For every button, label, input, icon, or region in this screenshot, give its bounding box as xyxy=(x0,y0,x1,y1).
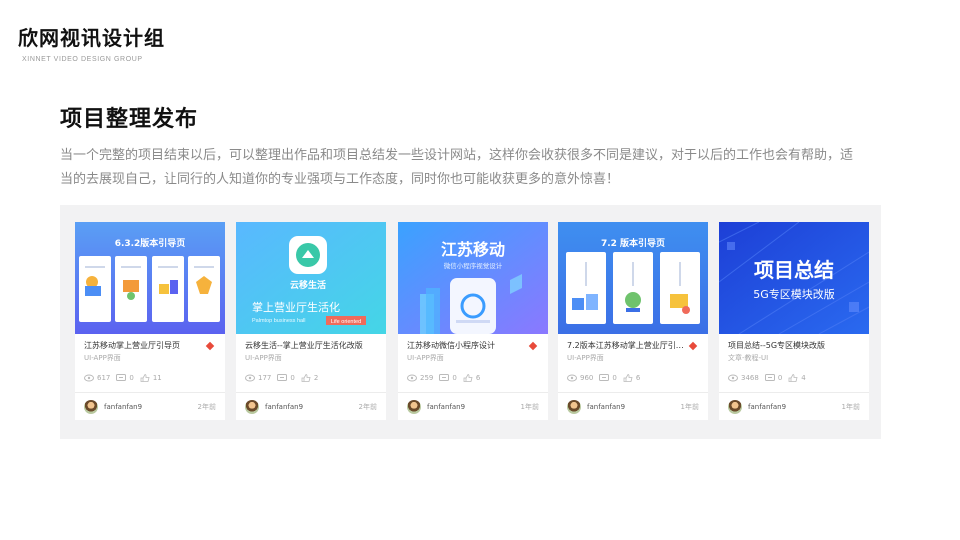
work-thumbnail[interactable]: 项目总结 5G专区模块改版 xyxy=(719,222,869,334)
card-divider xyxy=(236,392,386,393)
avatar[interactable] xyxy=(728,400,742,414)
work-stats: 617 0 11 xyxy=(84,373,168,383)
comment-count: 0 xyxy=(452,374,457,382)
card-divider xyxy=(558,392,708,393)
work-category[interactable]: 文章-教程-UI xyxy=(728,353,768,363)
hot-badge-icon xyxy=(528,341,538,351)
post-time: 1年前 xyxy=(520,403,539,411)
thumbnail-mini-program: 江苏移动 微信小程序视觉设计 xyxy=(398,222,548,334)
section-description: 当一个完整的项目结束以后，可以整理出作品和项目总结发一些设计网站，这样你会收获很… xyxy=(60,148,854,187)
thumb-text: 项目总结 xyxy=(754,258,834,282)
author-name[interactable]: fanfanfan9 xyxy=(748,403,786,412)
like-count: 11 xyxy=(152,374,162,382)
thumb-sub: 5G专区模块改版 xyxy=(753,287,835,301)
author-name[interactable]: fanfanfan9 xyxy=(587,403,625,412)
comment-count: 0 xyxy=(777,374,783,382)
thumbs-up-icon xyxy=(788,374,798,382)
avatar[interactable] xyxy=(407,400,421,414)
card-divider xyxy=(75,392,225,393)
hot-badge-icon xyxy=(205,341,215,351)
thumbs-up-icon xyxy=(301,374,311,382)
brand-subtitle: XINNET VIDEO DESIGN GROUP xyxy=(22,56,143,63)
like-count: 4 xyxy=(801,374,806,382)
comment-icon xyxy=(116,374,127,381)
comment-icon xyxy=(439,374,450,381)
card-divider xyxy=(398,392,548,393)
work-thumbnail[interactable]: 6.3.2版本引导页 xyxy=(75,222,225,334)
work-category[interactable]: UI-APP界面 xyxy=(407,353,444,363)
thumbnail-guide-pages: 6.3.2版本引导页 xyxy=(75,222,225,334)
thumb-text: 6.3.2版本引导页 xyxy=(115,237,186,249)
thumb-headline: 掌上营业厅生活化 xyxy=(252,300,340,314)
post-time: 1年前 xyxy=(841,403,860,411)
thumb-text: 7.2 版本引导页 xyxy=(601,237,665,249)
view-count: 960 xyxy=(580,374,594,382)
thumbs-up-icon xyxy=(623,374,633,382)
work-title[interactable]: 云移生活--掌上营业厅生活化改版 xyxy=(245,340,363,352)
view-count: 177 xyxy=(258,374,272,382)
thumb-text: 云移生活 xyxy=(290,279,326,291)
thumb-tag: Life oriented xyxy=(331,319,361,325)
works-panel: 6.3.2版本引导页 江苏移动掌上营业厅引导页 UI-APP界面 617 0 1… xyxy=(60,205,881,439)
work-stats: 177 0 2 xyxy=(245,373,324,383)
work-card[interactable]: 7.2 版本引导页 7.2版本江苏移动掌上营业厅引导页 UI-APP界面 960… xyxy=(558,222,708,420)
work-card[interactable]: 云移生活 掌上营业厅生活化 Palmtop business hall Life… xyxy=(236,222,386,420)
eye-icon xyxy=(407,374,417,382)
work-title[interactable]: 江苏移动掌上营业厅引导页 xyxy=(84,340,202,352)
author-name[interactable]: fanfanfan9 xyxy=(104,403,142,412)
avatar[interactable] xyxy=(245,400,259,414)
thumbnail-guide-pages-v2: 7.2 版本引导页 xyxy=(558,222,708,334)
comment-count: 0 xyxy=(612,374,617,382)
eye-icon xyxy=(567,374,577,382)
work-title[interactable]: 项目总结--5G专区模块改版 xyxy=(728,340,846,352)
eye-icon xyxy=(84,374,94,382)
work-title[interactable]: 江苏移动微信小程序设计 xyxy=(407,340,525,352)
thumb-sub: 微信小程序视觉设计 xyxy=(444,261,503,270)
thumbs-up-icon xyxy=(140,374,150,382)
brand: 欣网视讯设计组 XINNET VIDEO DESIGN GROUP xyxy=(18,26,165,63)
work-card[interactable]: 江苏移动 微信小程序视觉设计 江苏移动微信小程序设计 UI-APP界面 259 … xyxy=(398,222,548,420)
view-count: 259 xyxy=(420,374,434,382)
thumb-text: 江苏移动 xyxy=(441,240,505,259)
view-count: 617 xyxy=(97,374,111,382)
eye-icon xyxy=(728,374,738,382)
comment-icon xyxy=(277,374,288,381)
section-title: 项目整理发布 xyxy=(60,106,199,132)
work-category[interactable]: UI-APP界面 xyxy=(245,353,282,363)
work-stats: 259 0 6 xyxy=(407,373,486,383)
author-name[interactable]: fanfanfan9 xyxy=(265,403,303,412)
work-category[interactable]: UI-APP界面 xyxy=(84,353,121,363)
post-time: 2年前 xyxy=(358,403,377,411)
work-thumbnail[interactable]: 7.2 版本引导页 xyxy=(558,222,708,334)
thumbnail-life-app: 云移生活 掌上营业厅生活化 Palmtop business hall Life… xyxy=(236,222,386,334)
avatar[interactable] xyxy=(567,400,581,414)
like-count: 2 xyxy=(313,374,319,382)
work-thumbnail[interactable]: 云移生活 掌上营业厅生活化 Palmtop business hall Life… xyxy=(236,222,386,334)
like-count: 6 xyxy=(635,374,641,382)
work-stats: 960 0 6 xyxy=(567,373,646,383)
comment-icon xyxy=(764,374,775,381)
eye-icon xyxy=(245,374,255,382)
comment-count: 0 xyxy=(129,374,134,382)
work-title[interactable]: 7.2版本江苏移动掌上营业厅引导页 xyxy=(567,340,685,352)
thumbnail-5g-summary: 项目总结 5G专区模块改版 xyxy=(719,222,869,334)
post-time: 2年前 xyxy=(197,403,216,411)
thumbs-up-icon xyxy=(463,374,473,382)
author-name[interactable]: fanfanfan9 xyxy=(427,403,465,412)
card-divider xyxy=(719,392,869,393)
work-stats: 3468 0 4 xyxy=(728,373,812,383)
brand-title: 欣网视讯设计组 xyxy=(18,26,165,50)
work-thumbnail[interactable]: 江苏移动 微信小程序视觉设计 xyxy=(398,222,548,334)
work-category[interactable]: UI-APP界面 xyxy=(567,353,604,363)
avatar[interactable] xyxy=(84,400,98,414)
post-time: 1年前 xyxy=(680,403,699,411)
thumb-sub: Palmtop business hall xyxy=(252,318,306,324)
hot-badge-icon xyxy=(688,341,698,351)
comment-count: 0 xyxy=(290,374,295,382)
work-card[interactable]: 6.3.2版本引导页 江苏移动掌上营业厅引导页 UI-APP界面 617 0 1… xyxy=(75,222,225,420)
like-count: 6 xyxy=(475,374,481,382)
work-card[interactable]: 项目总结 5G专区模块改版 项目总结--5G专区模块改版 文章-教程-UI 34… xyxy=(719,222,869,420)
comment-icon xyxy=(599,374,610,381)
view-count: 3468 xyxy=(741,374,759,382)
